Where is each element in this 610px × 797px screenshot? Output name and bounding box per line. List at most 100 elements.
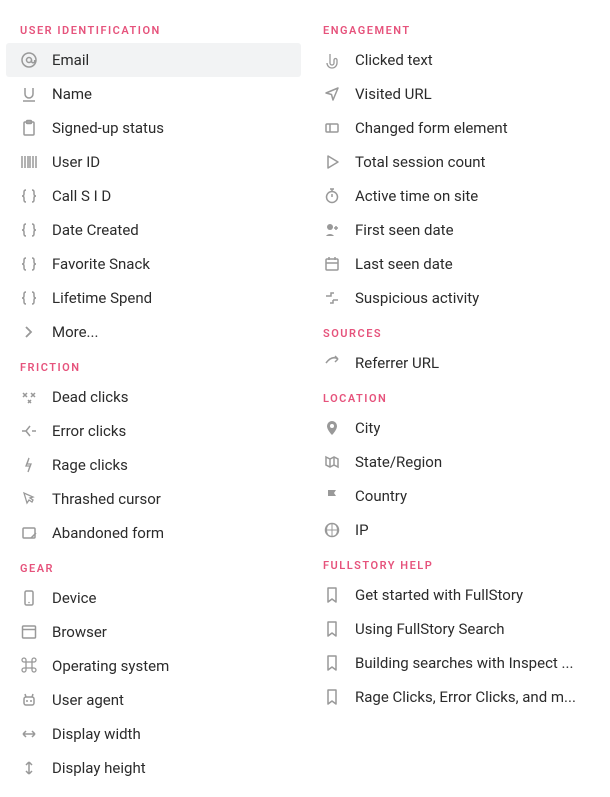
menu-item[interactable]: City bbox=[309, 411, 604, 445]
at-icon bbox=[20, 51, 38, 69]
braces-icon bbox=[20, 187, 38, 205]
menu-item-label: More... bbox=[52, 323, 98, 341]
dead-click-icon bbox=[20, 388, 38, 406]
braces-icon bbox=[20, 255, 38, 273]
menu-item-label: First seen date bbox=[355, 221, 454, 239]
menu-item[interactable]: Country bbox=[309, 479, 604, 513]
menu-item[interactable]: Thrashed cursor bbox=[6, 482, 301, 516]
navigation-icon bbox=[323, 85, 341, 103]
menu-item[interactable]: Active time on site bbox=[309, 179, 604, 213]
menu-item-label: Call S I D bbox=[52, 187, 111, 205]
menu-item[interactable]: Referrer URL bbox=[309, 346, 604, 380]
menu-item[interactable]: Abandoned form bbox=[6, 516, 301, 550]
menu-item-label: Display height bbox=[52, 759, 146, 777]
menu-item[interactable]: Visited URL bbox=[309, 77, 604, 111]
menu-item[interactable]: More... bbox=[6, 315, 301, 349]
section-title-location: LOCATION bbox=[309, 380, 604, 411]
menu-item[interactable]: Clicked text bbox=[309, 43, 604, 77]
section-title-fullstory-help: FULLSTORY HELP bbox=[309, 547, 604, 578]
menu-item[interactable]: User agent bbox=[6, 683, 301, 717]
menu-item[interactable]: Operating system bbox=[6, 649, 301, 683]
menu-item[interactable]: Date Created bbox=[6, 213, 301, 247]
menu-item[interactable]: Rage clicks bbox=[6, 448, 301, 482]
menu-item[interactable]: First seen date bbox=[309, 213, 604, 247]
menu-item[interactable]: Display width bbox=[6, 717, 301, 751]
bookmark-icon bbox=[323, 654, 341, 672]
menu-item-label: Device bbox=[52, 589, 96, 607]
menu-item-label: Visited URL bbox=[355, 85, 432, 103]
section-title-friction: FRICTION bbox=[6, 349, 301, 380]
rage-click-icon bbox=[20, 456, 38, 474]
bookmark-icon bbox=[323, 586, 341, 604]
flag-icon bbox=[323, 487, 341, 505]
thrashed-cursor-icon bbox=[20, 490, 38, 508]
menu-item-label: State/Region bbox=[355, 453, 442, 471]
chevron-right-icon bbox=[20, 323, 38, 341]
command-icon bbox=[20, 657, 38, 675]
menu-item[interactable]: Total session count bbox=[309, 145, 604, 179]
menu-item-label: Signed-up status bbox=[52, 119, 164, 137]
left-column: USER IDENTIFICATION Email Name Signed-up st… bbox=[6, 12, 301, 785]
section-title-engagement: ENGAGEMENT bbox=[309, 12, 604, 43]
section-title-gear: GEAR bbox=[6, 550, 301, 581]
menu-item-label: Lifetime Spend bbox=[52, 289, 152, 307]
menu-item[interactable]: Signed-up status bbox=[6, 111, 301, 145]
globe-icon bbox=[323, 521, 341, 539]
height-icon bbox=[20, 759, 38, 777]
menu-item-label: Last seen date bbox=[355, 255, 453, 273]
menu-item[interactable]: Suspicious activity bbox=[309, 281, 604, 315]
underline-icon bbox=[20, 85, 38, 103]
menu-item-label: User agent bbox=[52, 691, 124, 709]
menu-item-label: Clicked text bbox=[355, 51, 433, 69]
menu-item[interactable]: Display height bbox=[6, 751, 301, 785]
play-icon bbox=[323, 153, 341, 171]
menu-item[interactable]: Call S I D bbox=[6, 179, 301, 213]
menu-item-label: Rage Clicks, Error Clicks, and m... bbox=[355, 688, 576, 706]
calendar-icon bbox=[323, 255, 341, 273]
menu-item-label: Email bbox=[52, 51, 89, 69]
stopwatch-icon bbox=[323, 187, 341, 205]
menu-item-label: Total session count bbox=[355, 153, 485, 171]
user-date-icon bbox=[323, 221, 341, 239]
menu-item[interactable]: Last seen date bbox=[309, 247, 604, 281]
menu-item-label: Dead clicks bbox=[52, 388, 128, 406]
bookmark-icon bbox=[323, 688, 341, 706]
menu-item-label: Favorite Snack bbox=[52, 255, 150, 273]
braces-icon bbox=[20, 221, 38, 239]
bookmark-icon bbox=[323, 620, 341, 638]
menu-item[interactable]: State/Region bbox=[309, 445, 604, 479]
menu-item[interactable]: Error clicks bbox=[6, 414, 301, 448]
menu-item[interactable]: Get started with FullStory bbox=[309, 578, 604, 612]
menu-item[interactable]: User ID bbox=[6, 145, 301, 179]
menu-item-label: Active time on site bbox=[355, 187, 478, 205]
pointer-icon bbox=[323, 51, 341, 69]
menu-item[interactable]: Device bbox=[6, 581, 301, 615]
menu-item-label: Building searches with Inspect ... bbox=[355, 654, 573, 672]
menu-item[interactable]: Using FullStory Search bbox=[309, 612, 604, 646]
menu-item[interactable]: Email bbox=[6, 43, 301, 77]
menu-item[interactable]: IP bbox=[309, 513, 604, 547]
menu-item-label: IP bbox=[355, 521, 369, 539]
menu-item-label: User ID bbox=[52, 153, 100, 171]
menu-item[interactable]: Building searches with Inspect ... bbox=[309, 646, 604, 680]
menu-item-label: Suspicious activity bbox=[355, 289, 479, 307]
map-icon bbox=[323, 453, 341, 471]
menu-item[interactable]: Lifetime Spend bbox=[6, 281, 301, 315]
menu-item-label: Rage clicks bbox=[52, 456, 128, 474]
menu-item-label: Display width bbox=[52, 725, 141, 743]
menu-item[interactable]: Rage Clicks, Error Clicks, and m... bbox=[309, 680, 604, 714]
width-icon bbox=[20, 725, 38, 743]
menu-item[interactable]: Name bbox=[6, 77, 301, 111]
menu-item-label: Operating system bbox=[52, 657, 169, 675]
menu-item-label: Referrer URL bbox=[355, 354, 439, 372]
menu-item[interactable]: Dead clicks bbox=[6, 380, 301, 414]
menu-item-label: City bbox=[355, 419, 380, 437]
menu-item[interactable]: Browser bbox=[6, 615, 301, 649]
menu-item-label: Changed form element bbox=[355, 119, 508, 137]
menu-item[interactable]: Favorite Snack bbox=[6, 247, 301, 281]
menu-item[interactable]: Changed form element bbox=[309, 111, 604, 145]
barcode-icon bbox=[20, 153, 38, 171]
error-click-icon bbox=[20, 422, 38, 440]
menu-item-label: Browser bbox=[52, 623, 107, 641]
section-title-user-identification: USER IDENTIFICATION bbox=[6, 12, 301, 43]
